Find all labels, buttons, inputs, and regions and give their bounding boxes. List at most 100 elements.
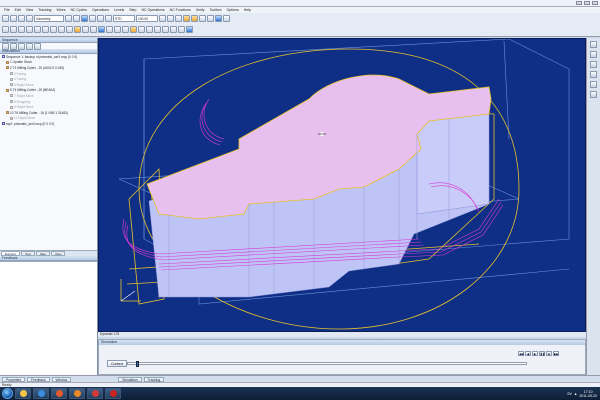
shade-mode-icon[interactable]	[590, 91, 597, 98]
step-back-button[interactable]: ◀	[525, 351, 531, 356]
save-icon[interactable]	[18, 15, 25, 22]
grid-icon[interactable]	[199, 15, 206, 22]
tab-tracking[interactable]: Tracking	[143, 376, 165, 382]
menu-nc-operations[interactable]: NC Operations	[141, 8, 164, 12]
tab-simulation[interactable]: Simulation	[118, 376, 142, 382]
redo-icon[interactable]	[73, 15, 80, 22]
undo-icon[interactable]	[65, 15, 72, 22]
minimize-button[interactable]	[576, 1, 582, 5]
select-icon[interactable]	[81, 15, 88, 22]
fillet-icon[interactable]	[50, 26, 57, 33]
layer-icon[interactable]	[207, 15, 214, 22]
simulate-icon[interactable]	[114, 26, 121, 33]
arc-icon[interactable]	[18, 26, 25, 33]
tab-window[interactable]: Window	[51, 376, 72, 382]
3d-viewport[interactable]	[98, 38, 586, 332]
simulation-slider[interactable]	[127, 361, 527, 367]
network-icon[interactable]: ▲	[574, 392, 577, 396]
post-icon[interactable]	[122, 26, 129, 33]
toolpath-icon[interactable]	[98, 26, 105, 33]
verify-icon[interactable]	[106, 26, 113, 33]
menu-view[interactable]: View	[26, 8, 34, 12]
solid-icon[interactable]	[82, 26, 89, 33]
spline-icon[interactable]	[34, 26, 41, 33]
view-front-icon[interactable]	[167, 15, 174, 22]
drill-icon[interactable]	[154, 26, 161, 33]
move-up-icon[interactable]	[26, 42, 33, 50]
menu-help[interactable]: Help	[244, 8, 251, 12]
pan-view-icon[interactable]	[590, 81, 597, 88]
contour-icon[interactable]	[170, 26, 177, 33]
surface-icon[interactable]	[74, 26, 81, 33]
view-top-icon[interactable]	[159, 15, 166, 22]
menu-file[interactable]: File	[4, 8, 10, 12]
geometry-combo[interactable]: Geometry	[34, 15, 64, 22]
context-button[interactable]: Context	[107, 360, 128, 367]
zoom-in-icon[interactable]	[590, 41, 597, 48]
rotate-view-icon[interactable]	[590, 71, 597, 78]
menu-step[interactable]: Step	[129, 8, 136, 12]
print-icon[interactable]	[26, 15, 33, 22]
level-combo[interactable]: STD	[113, 15, 135, 22]
line-icon[interactable]	[10, 26, 17, 33]
menu-nc-cycles[interactable]: NC Cycles	[70, 8, 87, 12]
measure-icon[interactable]	[215, 15, 222, 22]
menu-tracking[interactable]: Tracking	[38, 8, 51, 12]
menu-wires[interactable]: Wires	[57, 8, 66, 12]
tab-tool[interactable]: Tool	[21, 251, 35, 256]
taskbar-browser[interactable]	[33, 388, 49, 399]
taskbar-pdf[interactable]	[105, 388, 121, 399]
menu-nc-functions[interactable]: NC Functions	[170, 8, 191, 12]
trim-icon[interactable]	[58, 26, 65, 33]
scale-combo[interactable]: 100.00	[136, 15, 158, 22]
menu-verify[interactable]: Verify	[196, 8, 205, 12]
tab-feedback[interactable]: Feedback	[27, 376, 50, 382]
move-down-icon[interactable]	[34, 42, 41, 50]
stop-button[interactable]: ■	[546, 351, 552, 356]
zoom-out-icon[interactable]	[590, 51, 597, 58]
shaded-icon[interactable]	[183, 15, 190, 22]
rotate-icon[interactable]	[105, 15, 112, 22]
play-button[interactable]: ▶	[532, 351, 538, 356]
new-icon[interactable]	[2, 15, 9, 22]
pocket-icon[interactable]	[162, 26, 169, 33]
pause-button[interactable]: ❚❚	[539, 351, 545, 356]
taskbar-explorer[interactable]	[15, 388, 31, 399]
tab-step[interactable]: Step	[35, 251, 50, 256]
circle-icon[interactable]	[26, 26, 33, 33]
taskbar-cad-app[interactable]	[87, 388, 103, 399]
transform-icon[interactable]	[90, 26, 97, 33]
taskbar-firefox[interactable]	[69, 388, 85, 399]
start-button[interactable]	[2, 388, 13, 399]
open-icon[interactable]	[10, 15, 17, 22]
pan-icon[interactable]	[97, 15, 104, 22]
face-icon[interactable]	[178, 26, 185, 33]
tree-item[interactable]: mp2: prismatic_ser3.mcp (0 0 0 0)	[2, 121, 97, 127]
menu-operations[interactable]: Operations	[92, 8, 109, 12]
tab-properties[interactable]: Properties	[2, 376, 26, 382]
menu-options[interactable]: Options	[227, 8, 239, 12]
menu-levels[interactable]: Levels	[114, 8, 124, 12]
slider-thumb[interactable]	[135, 361, 139, 367]
rewind-button[interactable]: ◀◀	[518, 351, 524, 356]
chamfer-icon[interactable]	[42, 26, 49, 33]
fixture-icon[interactable]	[146, 26, 153, 33]
maximize-button[interactable]	[584, 1, 590, 5]
fast-forward-button[interactable]: ▶▶	[553, 351, 559, 356]
clock[interactable]: 17:10 2011-05-20	[579, 390, 597, 398]
report-icon[interactable]	[186, 26, 193, 33]
language-indicator[interactable]: SV	[567, 392, 572, 396]
menu-edit[interactable]: Edit	[15, 8, 21, 12]
tab-view[interactable]: View	[50, 251, 66, 256]
point-icon[interactable]	[2, 26, 9, 33]
tool-icon[interactable]	[130, 26, 137, 33]
close-button[interactable]	[592, 1, 598, 5]
stock-icon[interactable]	[138, 26, 145, 33]
offset-icon[interactable]	[66, 26, 73, 33]
taskbar-media[interactable]	[51, 388, 67, 399]
zoom-icon[interactable]	[89, 15, 96, 22]
menu-toolbox[interactable]: Toolbox	[210, 8, 222, 12]
fit-view-icon[interactable]	[590, 61, 597, 68]
wireframe-icon[interactable]	[191, 15, 198, 22]
snap-icon[interactable]	[223, 15, 230, 22]
